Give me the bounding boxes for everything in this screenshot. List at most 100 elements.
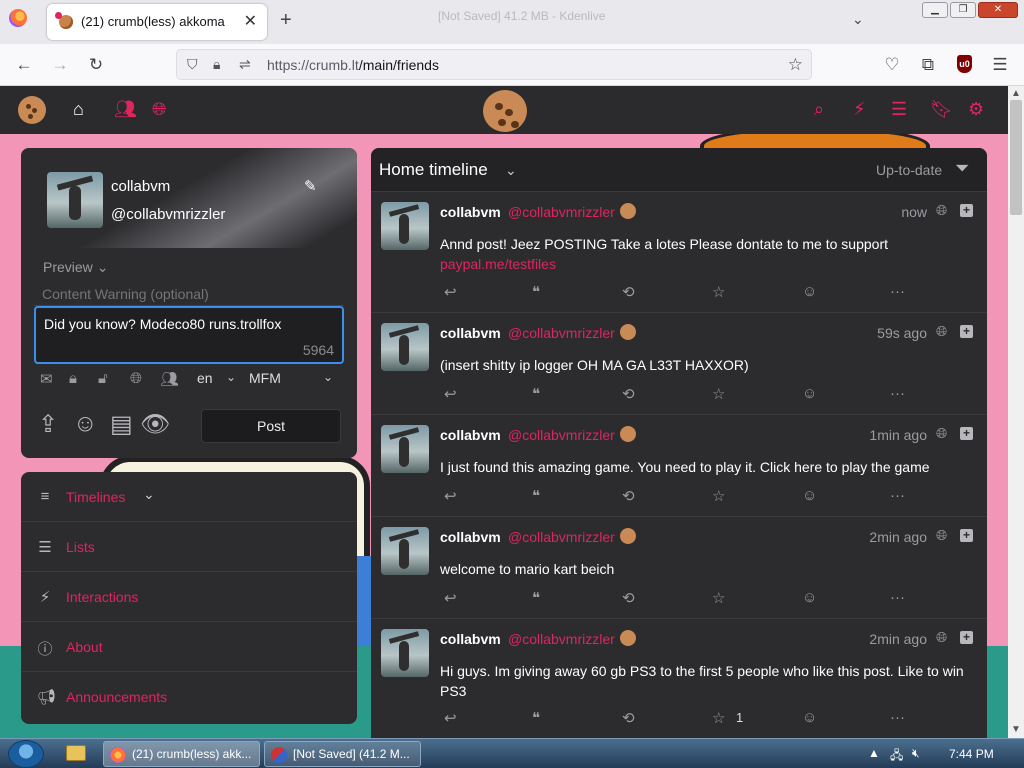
expand-plus-icon[interactable]: + bbox=[960, 204, 973, 217]
reply-icon[interactable]: ↩ bbox=[444, 487, 457, 505]
reply-icon[interactable]: ↩ bbox=[444, 709, 457, 727]
taskbar-item-kdenlive[interactable]: [Not Saved] (41.2 M... bbox=[264, 741, 421, 767]
show-hidden-icons-icon[interactable]: ▲ bbox=[868, 746, 880, 760]
react-emoji-icon[interactable]: ☺ bbox=[802, 487, 817, 504]
home-icon[interactable]: ⌂ bbox=[73, 99, 84, 120]
eye-slash-icon[interactable]: 👁︎ bbox=[140, 410, 170, 439]
repeat-icon[interactable]: ⟲ bbox=[622, 709, 635, 727]
back-icon[interactable]: ← bbox=[14, 55, 34, 75]
permissions-icon[interactable]: ⇌ bbox=[239, 56, 251, 73]
compose-textarea[interactable]: Did you know? Modeco80 runs.trollfox 596… bbox=[34, 306, 344, 364]
globe-icon[interactable]: 🌐︎ bbox=[130, 370, 142, 387]
network-icon[interactable]: 🖧︎ bbox=[890, 746, 903, 767]
favorite-star-icon[interactable]: ☆ bbox=[712, 385, 725, 403]
post-link[interactable]: paypal.me/testfiles bbox=[440, 254, 970, 274]
post-author-name[interactable]: collabvm bbox=[440, 204, 501, 220]
react-emoji-icon[interactable]: ☺ bbox=[802, 385, 817, 402]
post-author-handle[interactable]: @collabvmrizzler bbox=[508, 427, 615, 443]
nav-item-lists[interactable]: ☰ Lists bbox=[21, 522, 357, 572]
avatar[interactable] bbox=[381, 323, 429, 371]
repeat-icon[interactable]: ⟲ bbox=[622, 385, 635, 403]
shield-icon[interactable]: ⛉ bbox=[187, 56, 198, 73]
people-icon[interactable]: 👥︎ bbox=[160, 370, 179, 388]
chevron-down-icon[interactable]: ⌄ bbox=[505, 162, 517, 179]
start-button-icon[interactable] bbox=[8, 740, 44, 768]
pocket-icon[interactable]: ♡ bbox=[882, 55, 902, 75]
lock-icon[interactable]: 🔒︎ bbox=[69, 370, 77, 387]
react-emoji-icon[interactable]: ☺ bbox=[802, 709, 817, 726]
unlock-icon[interactable]: 🔓︎ bbox=[98, 370, 108, 387]
scroll-up-icon[interactable]: ▲ bbox=[1008, 88, 1024, 99]
nav-item-about[interactable]: ⓘ About bbox=[21, 622, 357, 672]
bookmark-star-icon[interactable]: ☆ bbox=[788, 55, 803, 75]
file-explorer-icon[interactable] bbox=[66, 745, 86, 761]
preview-toggle[interactable]: Preview ⌄ bbox=[43, 259, 108, 276]
browser-tab-active[interactable]: (21) crumb(less) akkoma ✕ bbox=[47, 4, 267, 40]
cookie-logo-icon[interactable] bbox=[18, 96, 46, 124]
list-icon[interactable]: ☰ bbox=[891, 99, 907, 120]
site-logo-icon[interactable] bbox=[483, 90, 527, 132]
volume-muted-icon[interactable]: 🔇︎ bbox=[912, 746, 920, 761]
post-author-handle[interactable]: @collabvmrizzler bbox=[508, 529, 615, 545]
quote-icon[interactable]: ❝ bbox=[532, 709, 540, 727]
post-time[interactable]: 2min ago bbox=[869, 529, 927, 545]
filter-icon[interactable]: ⏷ bbox=[955, 158, 969, 179]
reply-icon[interactable]: ↩ bbox=[444, 385, 457, 403]
post-time[interactable]: now bbox=[901, 204, 927, 220]
maximize-icon[interactable]: ❐ bbox=[950, 2, 976, 18]
post-time[interactable]: 1min ago bbox=[869, 427, 927, 443]
more-ellipsis-icon[interactable]: ··· bbox=[890, 385, 905, 402]
new-tab-icon[interactable]: + bbox=[280, 9, 292, 32]
forward-icon[interactable]: → bbox=[50, 55, 70, 75]
edit-profile-icon[interactable]: ✎ bbox=[304, 177, 317, 195]
globe-icon[interactable]: 🌐︎ bbox=[152, 99, 166, 120]
user-handle[interactable]: @collabvmrizzler bbox=[111, 206, 225, 223]
post-button[interactable]: Post bbox=[201, 409, 341, 443]
post-author-handle[interactable]: @collabvmrizzler bbox=[508, 204, 615, 220]
post-author-handle[interactable]: @collabvmrizzler bbox=[508, 325, 615, 341]
more-ellipsis-icon[interactable]: ··· bbox=[890, 709, 905, 726]
favorite-star-icon[interactable]: ☆ bbox=[712, 709, 725, 727]
repeat-icon[interactable]: ⟲ bbox=[622, 283, 635, 301]
quote-icon[interactable]: ❝ bbox=[532, 487, 540, 505]
emoji-icon[interactable]: ☺ bbox=[73, 410, 98, 438]
post-author-name[interactable]: collabvm bbox=[440, 631, 501, 647]
extensions-icon[interactable]: ⧉ bbox=[918, 55, 938, 75]
timeline-title[interactable]: Home timeline bbox=[379, 160, 488, 180]
react-emoji-icon[interactable]: ☺ bbox=[802, 589, 817, 606]
chevron-down-icon[interactable]: ⌄ bbox=[143, 486, 155, 503]
poll-icon[interactable]: ▤ bbox=[110, 410, 133, 439]
url-bar[interactable]: ⛉ 🔒︎ ⇌ https://crumb.lt/main/friends ☆ bbox=[176, 49, 812, 80]
content-warning-input[interactable] bbox=[34, 282, 344, 306]
react-emoji-icon[interactable]: ☺ bbox=[802, 283, 817, 300]
nav-item-interactions[interactable]: ⚡︎ Interactions bbox=[21, 572, 357, 622]
reply-icon[interactable]: ↩ bbox=[444, 283, 457, 301]
url-text[interactable]: https://crumb.lt/main/friends bbox=[267, 57, 439, 73]
nav-item-announcements[interactable]: 📢︎ Announcements bbox=[21, 672, 357, 722]
quote-icon[interactable]: ❝ bbox=[532, 283, 540, 301]
more-ellipsis-icon[interactable]: ··· bbox=[890, 487, 905, 504]
envelope-icon[interactable]: ✉ bbox=[40, 370, 53, 388]
menu-icon[interactable]: ☰ bbox=[990, 55, 1010, 75]
reload-icon[interactable]: ↻ bbox=[86, 55, 106, 75]
repeat-icon[interactable]: ⟲ bbox=[622, 487, 635, 505]
post-author-name[interactable]: collabvm bbox=[440, 427, 501, 443]
avatar[interactable] bbox=[381, 629, 429, 677]
more-ellipsis-icon[interactable]: ··· bbox=[890, 589, 905, 606]
repeat-icon[interactable]: ⟲ bbox=[622, 589, 635, 607]
favorite-star-icon[interactable]: ☆ bbox=[712, 283, 725, 301]
friends-icon[interactable]: 👥︎ bbox=[114, 99, 137, 120]
post-author-name[interactable]: collabvm bbox=[440, 529, 501, 545]
favorite-star-icon[interactable]: ☆ bbox=[712, 487, 725, 505]
post-author-name[interactable]: collabvm bbox=[440, 325, 501, 341]
reply-icon[interactable]: ↩ bbox=[444, 589, 457, 607]
more-ellipsis-icon[interactable]: ··· bbox=[890, 283, 905, 300]
language-select[interactable]: en bbox=[197, 370, 213, 386]
post-time[interactable]: 59s ago bbox=[877, 325, 927, 341]
expand-plus-icon[interactable]: + bbox=[960, 631, 973, 644]
taskbar-item-firefox[interactable]: (21) crumb(less) akk... bbox=[103, 741, 260, 767]
expand-plus-icon[interactable]: + bbox=[960, 529, 973, 542]
taskbar-clock[interactable]: 7:44 PM bbox=[949, 747, 994, 761]
post-author-handle[interactable]: @collabvmrizzler bbox=[508, 631, 615, 647]
ublock-icon[interactable]: u0 bbox=[957, 55, 972, 73]
